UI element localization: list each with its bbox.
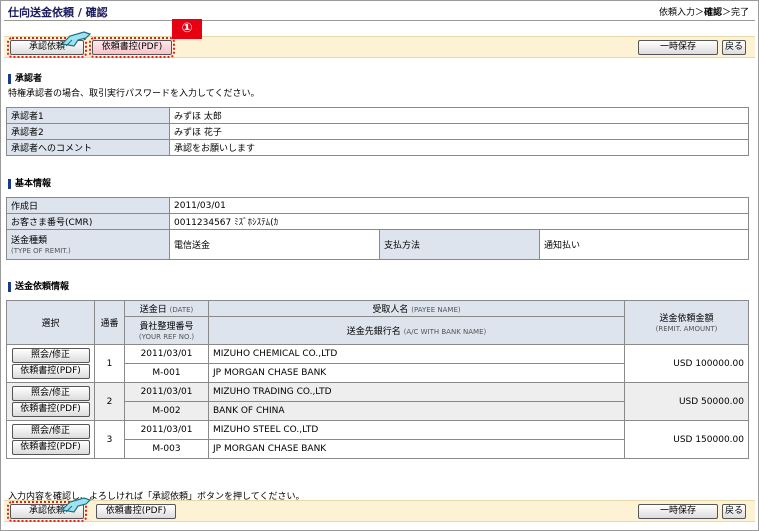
row3-edit-button[interactable]: 照会/修正	[11, 424, 90, 439]
remit-type-label-text: 送金種類	[11, 236, 48, 246]
row2-edit-button[interactable]: 照会/修正	[11, 386, 90, 401]
pointing-hand-icon	[60, 31, 92, 47]
step-number-badge: ①	[172, 19, 202, 39]
created-date-value: 2011/03/01	[169, 197, 749, 214]
pointing-hand-icon-bottom	[60, 497, 92, 513]
row2-pdf-button[interactable]: 依頼書控(PDF)	[11, 402, 90, 417]
col-amount-sub: (REMIT. AMOUNT)	[655, 325, 718, 333]
col-payee: 受取人名 (PAYEE NAME)	[208, 300, 625, 317]
col-ref-sub: (YOUR REF NO.)	[138, 333, 195, 341]
row1-serial: 1	[94, 344, 125, 383]
approver1-label: 承認者1	[6, 107, 170, 124]
table-row: お客さま番号(CMR) 0011234567 ﾐｽﾞﾎｼｽﾃﾑ(ｶ	[6, 213, 749, 230]
col-ref: 貴社整理番号 (YOUR REF NO.)	[124, 316, 209, 345]
cmr-label: お客さま番号(CMR)	[6, 213, 170, 230]
row3-serial: 3	[94, 420, 125, 459]
row1-date: 2011/03/01	[124, 344, 209, 364]
row2-payee: MIZUHO TRADING CO.,LTD	[208, 382, 625, 402]
row3-amount: USD 150000.00	[624, 420, 749, 459]
remit-type-value: 電信送金	[169, 229, 380, 260]
col-select: 選択	[6, 300, 95, 345]
approver2-value: みずほ 花子	[169, 123, 749, 140]
breadcrumb: 依頼入力＞確認＞完了	[659, 5, 749, 18]
payment-method-label: 支払方法	[379, 229, 540, 260]
row2-serial: 2	[94, 382, 125, 421]
col-amount: 送金依頼金額 (REMIT. AMOUNT)	[624, 300, 749, 345]
table-row: 承認者2 みずほ 花子	[6, 123, 749, 140]
table-row: 照会/修正 依頼書控(PDF) 1 2011/03/01 MIZUHO CHEM…	[6, 344, 749, 383]
col-serial: 通番	[94, 300, 125, 345]
row3-pdf-button[interactable]: 依頼書控(PDF)	[11, 440, 90, 455]
top-button-bar: 承認依頼 依頼書控(PDF) 一時保存 戻る	[4, 36, 755, 58]
basic-info-heading: 基本情報	[8, 179, 51, 189]
breadcrumb-step-done: ＞完了	[721, 8, 749, 18]
row1-bank: JP MORGAN CHASE BANK	[208, 363, 625, 383]
approver-table: 承認者1 みずほ 太郎 承認者2 みずほ 花子 承認者へのコメント 承認をお願い…	[6, 107, 749, 156]
approver2-label: 承認者2	[6, 123, 170, 140]
row1-amount: USD 100000.00	[624, 344, 749, 383]
col-bank: 送金先銀行名 (A/C WITH BANK NAME)	[208, 316, 625, 345]
breadcrumb-step-input: 依頼入力＞	[658, 8, 704, 18]
cmr-value: 0011234567 ﾐｽﾞﾎｼｽﾃﾑ(ｶ	[169, 213, 749, 230]
approver-section-heading: 承認者	[8, 74, 42, 84]
col-payee-label: 受取人名	[372, 305, 409, 315]
col-bank-label: 送金先銀行名	[346, 327, 401, 337]
col-amount-label: 送金依頼金額	[659, 314, 714, 324]
remit-info-heading: 送金依頼情報	[8, 282, 69, 292]
row1-pdf-button[interactable]: 依頼書控(PDF)	[11, 364, 90, 379]
remit-type-label-sub: (TYPE OF REMIT.)	[11, 247, 71, 255]
row2-ref: M-002	[124, 401, 209, 421]
table-row: 承認者1 みずほ 太郎	[6, 107, 749, 124]
remit-type-label: 送金種類 (TYPE OF REMIT.)	[6, 229, 170, 260]
row3-actions: 照会/修正 依頼書控(PDF)	[6, 420, 95, 459]
row1-actions: 照会/修正 依頼書控(PDF)	[6, 344, 95, 383]
header-divider	[4, 20, 755, 21]
col-date: 送金日 (DATE)	[124, 300, 209, 317]
row2-actions: 照会/修正 依頼書控(PDF)	[6, 382, 95, 421]
approver-comment-value: 承認をお願いします	[169, 139, 749, 156]
page-title: 仕向送金依頼 / 確認	[8, 6, 108, 19]
temporary-save-button-bottom[interactable]: 一時保存	[638, 504, 718, 519]
row3-ref: M-003	[124, 439, 209, 459]
table-row: 作成日 2011/03/01	[6, 197, 749, 214]
row3-date: 2011/03/01	[124, 420, 209, 440]
approver-note: 特権承認者の場合、取引実行パスワードを入力してください。	[8, 89, 260, 99]
row1-payee: MIZUHO CHEMICAL CO.,LTD	[208, 344, 625, 364]
col-bank-sub: (A/C WITH BANK NAME)	[403, 328, 487, 336]
payment-method-value: 通知払い	[539, 229, 749, 260]
col-ref-label: 貴社整理番号	[139, 322, 194, 332]
breadcrumb-step-current: 確認	[703, 8, 722, 18]
row2-date: 2011/03/01	[124, 382, 209, 402]
bottom-button-bar: 承認依頼 依頼書控(PDF) 一時保存 戻る	[4, 500, 755, 522]
approver1-value: みずほ 太郎	[169, 107, 749, 124]
basic-info-table: 作成日 2011/03/01 お客さま番号(CMR) 0011234567 ﾐｽ…	[6, 197, 749, 260]
request-pdf-button-bottom[interactable]: 依頼書控(PDF)	[96, 504, 176, 519]
back-button-bottom[interactable]: 戻る	[722, 504, 746, 519]
col-date-sub: (DATE)	[169, 306, 194, 314]
created-date-label: 作成日	[6, 197, 170, 214]
approver-comment-label: 承認者へのコメント	[6, 139, 170, 156]
row2-bank: BANK OF CHINA	[208, 401, 625, 421]
back-button[interactable]: 戻る	[722, 40, 746, 55]
table-row: 送金種類 (TYPE OF REMIT.) 電信送金 支払方法 通知払い	[6, 229, 749, 260]
row2-amount: USD 50000.00	[624, 382, 749, 421]
remit-info-table: 選択 通番 送金日 (DATE) 受取人名 (PAYEE NAME) 送金依頼金…	[6, 300, 749, 459]
row3-payee: MIZUHO STEEL CO.,LTD	[208, 420, 625, 440]
temporary-save-button[interactable]: 一時保存	[638, 40, 718, 55]
col-payee-sub: (PAYEE NAME)	[411, 306, 461, 314]
request-pdf-button[interactable]: 依頼書控(PDF)	[89, 37, 175, 58]
row1-ref: M-001	[124, 363, 209, 383]
col-date-label: 送金日	[139, 305, 167, 315]
row3-bank: JP MORGAN CHASE BANK	[208, 439, 625, 459]
table-row: 承認者へのコメント 承認をお願いします	[6, 139, 749, 156]
table-row: 照会/修正 依頼書控(PDF) 2 2011/03/01 MIZUHO TRAD…	[6, 382, 749, 421]
row1-edit-button[interactable]: 照会/修正	[11, 348, 90, 363]
table-header-row: 選択 通番 送金日 (DATE) 受取人名 (PAYEE NAME) 送金依頼金…	[6, 300, 749, 345]
table-row: 照会/修正 依頼書控(PDF) 3 2011/03/01 MIZUHO STEE…	[6, 420, 749, 459]
